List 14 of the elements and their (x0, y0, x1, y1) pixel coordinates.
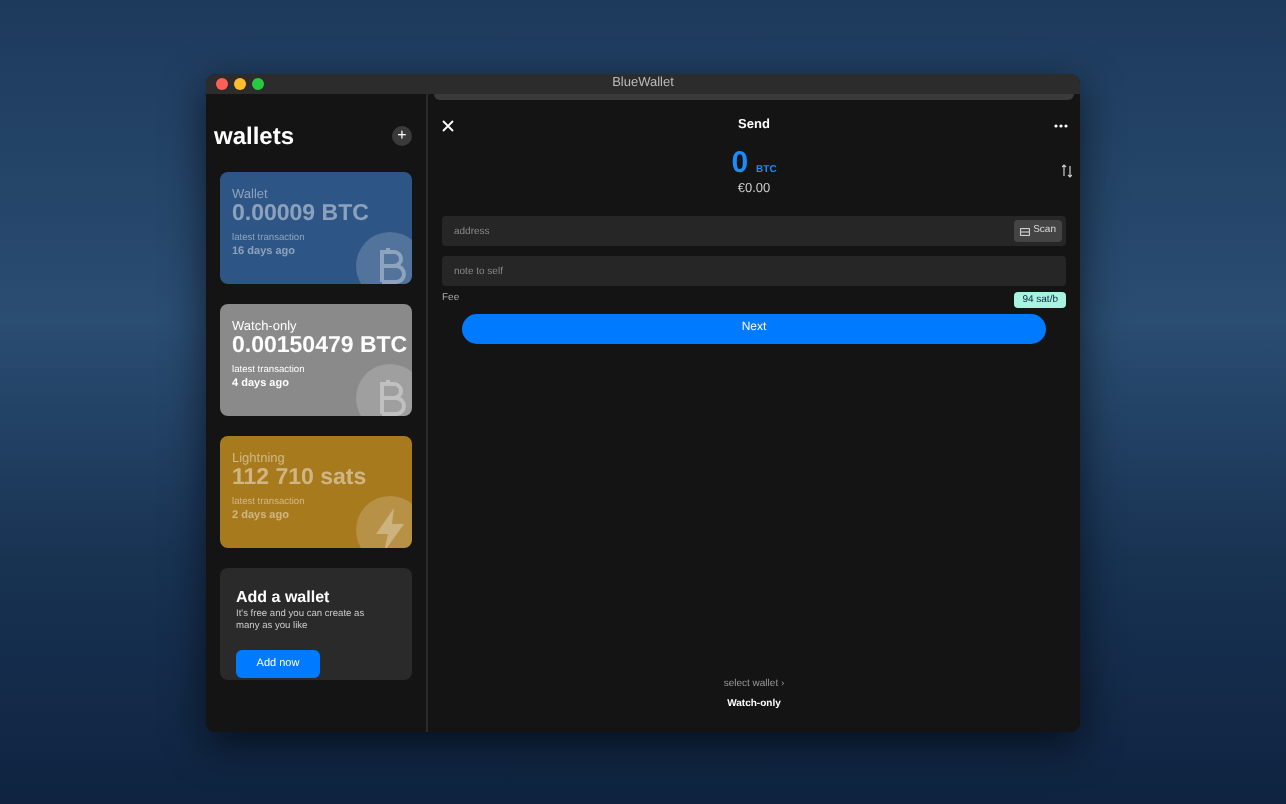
minimize-window-button[interactable] (234, 78, 246, 90)
close-window-button[interactable] (216, 78, 228, 90)
zoom-window-button[interactable] (252, 78, 264, 90)
close-icon[interactable] (442, 119, 454, 132)
amount-value: 0 (731, 147, 749, 178)
sidebar-title: wallets (214, 120, 295, 154)
wallet-balance: 112 710 sats (232, 466, 367, 493)
add-wallet-button[interactable]: + (392, 126, 412, 146)
swap-icon[interactable] (1062, 163, 1072, 178)
more-icon[interactable] (1054, 123, 1068, 128)
scan-icon (1019, 227, 1030, 235)
wallet-balance: 0.00150479 BTC (232, 334, 408, 361)
add-wallet-title: Add a wallet (236, 586, 332, 609)
wallet-balance: 0.00009 BTC (232, 202, 369, 229)
